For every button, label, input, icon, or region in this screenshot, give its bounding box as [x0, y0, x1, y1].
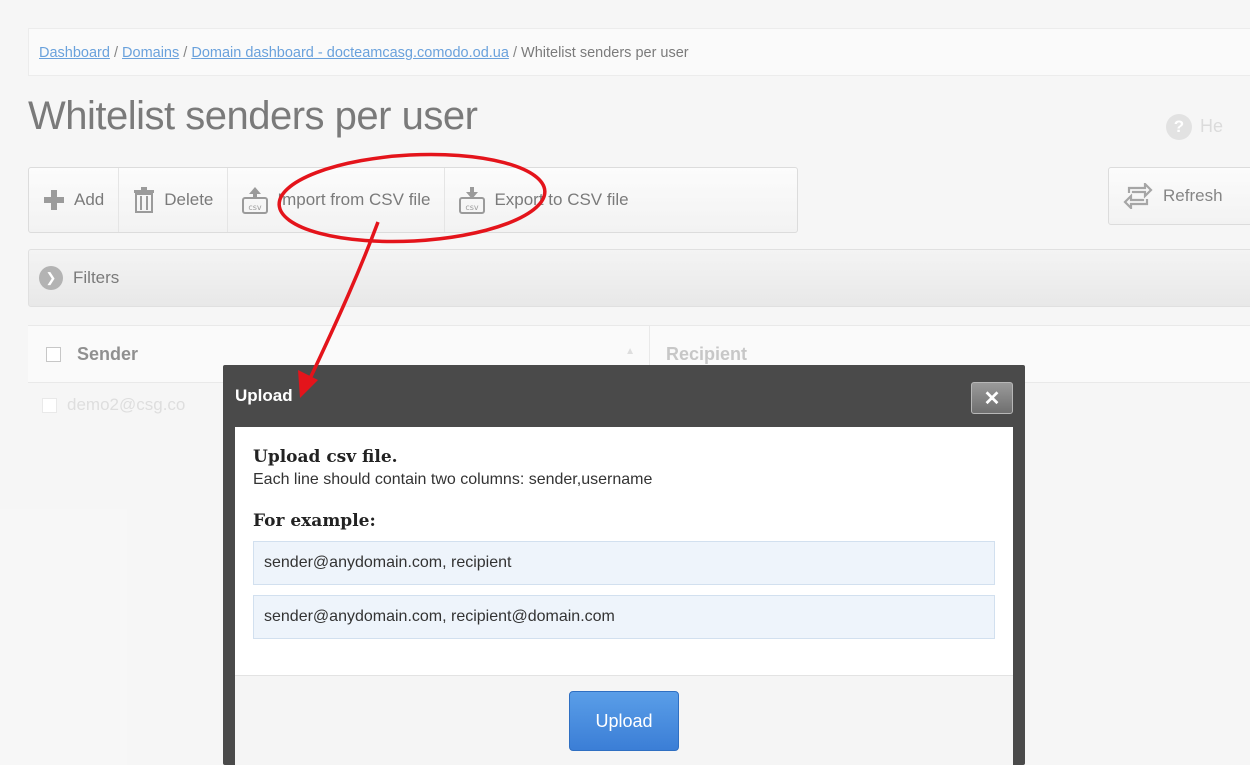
- dialog-footer: Upload: [235, 675, 1013, 765]
- dialog-header: Upload ✕: [223, 365, 1025, 427]
- example-line: sender@anydomain.com, recipient: [253, 541, 995, 585]
- dialog-title: Upload: [235, 386, 293, 405]
- example-label: For example:: [253, 511, 376, 531]
- example-line: sender@anydomain.com, recipient@domain.c…: [253, 595, 995, 639]
- upload-button[interactable]: Upload: [569, 691, 679, 751]
- dialog-body: Upload csv file. Each line should contai…: [235, 427, 1013, 675]
- close-icon: ✕: [983, 387, 1001, 410]
- dialog-heading: Upload csv file.: [253, 447, 398, 467]
- upload-dialog: Upload ✕ Upload csv file. Each line shou…: [223, 365, 1025, 765]
- dialog-description: Each line should contain two columns: se…: [253, 471, 653, 488]
- close-button[interactable]: ✕: [971, 382, 1013, 414]
- page: Dashboard / Domains / Domain dashboard -…: [0, 0, 1250, 765]
